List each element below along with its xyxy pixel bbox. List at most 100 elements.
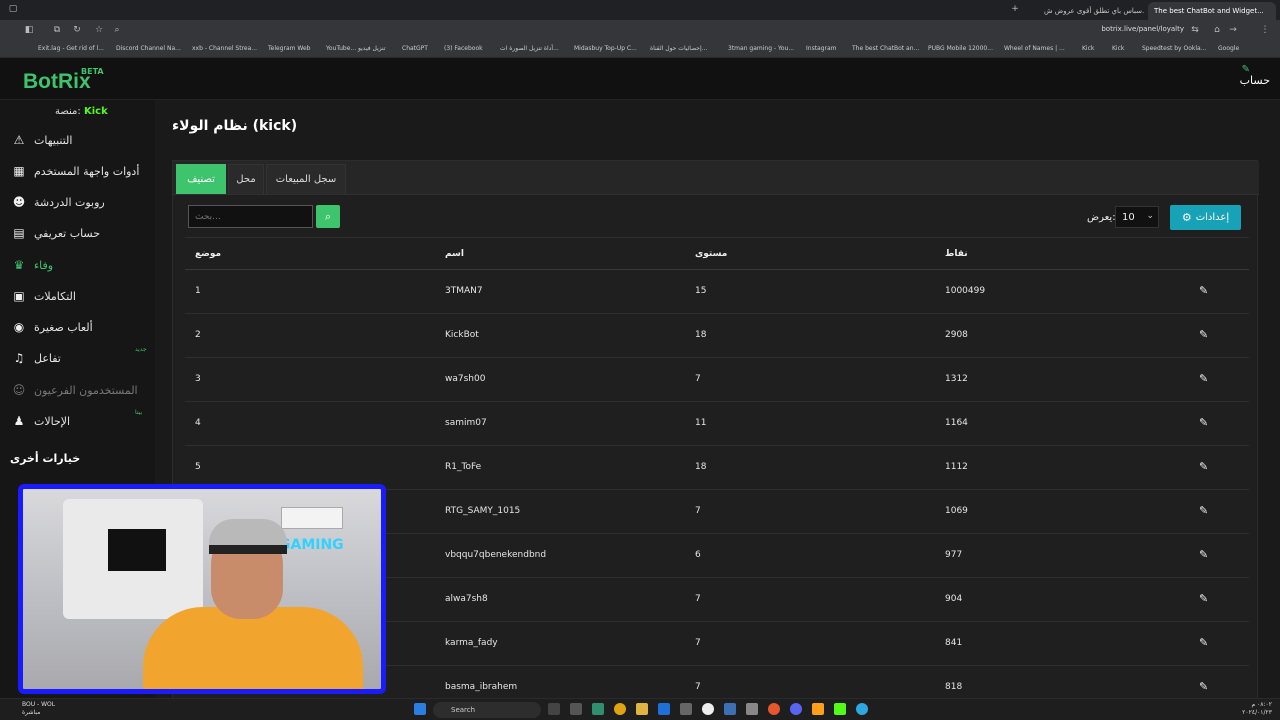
bookmark[interactable]: The best ChatBot an... [852, 45, 919, 52]
table-row: 3 wa7sh00 7 1312 ✎ [185, 358, 1249, 402]
taskbar-app-icon[interactable] [658, 703, 670, 715]
sidebar-item-alerts[interactable]: ⚠ التنبيهات [0, 125, 155, 155]
cell-points: 818 [945, 682, 963, 692]
sidebar-item-referrals[interactable]: ♟ الإحالات بيتا [0, 406, 155, 436]
bookmark[interactable]: Kick [1082, 45, 1094, 52]
cell-name: KickBot [445, 330, 479, 340]
url-text[interactable]: botrix.live/panel/loyalty [1101, 25, 1184, 33]
edit-icon[interactable]: ✎ [1199, 548, 1208, 561]
bookmark[interactable]: أداة تنزيل الصورة ات... [500, 45, 559, 52]
taskbar-app-icon[interactable] [592, 703, 604, 715]
firefox-icon[interactable] [768, 703, 780, 715]
sidebar-item-interaction[interactable]: ♫ تفاعل جديد [0, 343, 155, 373]
edge-icon[interactable] [856, 703, 868, 715]
taskbar-app-icon[interactable] [702, 703, 714, 715]
tab-shop[interactable]: محل [228, 164, 264, 194]
taskbar-app-icon[interactable] [746, 703, 758, 715]
panel-tabs: تصنيف محل سجل المبيعات [173, 161, 1259, 195]
bookmark[interactable]: إحصائيات حول القناة... [650, 45, 707, 52]
column-name[interactable]: اسم [445, 249, 464, 259]
bookmark[interactable]: YouTube... تنزيل فيديو [326, 45, 386, 52]
sidebar-item-chatbot[interactable]: ☻ روبوت الدردشة [0, 187, 155, 217]
referral-icon: ♟ [13, 414, 25, 428]
cell-position: 4 [195, 418, 201, 428]
table-row: 4 samim07 11 1164 ✎ [185, 402, 1249, 446]
folder-icon[interactable] [636, 703, 648, 715]
webcam-ac [281, 507, 343, 529]
other-options-heading[interactable]: خيارات أخرى [10, 452, 80, 465]
bookmark[interactable]: Exit.lag - Get rid of l... [38, 45, 104, 52]
weather-widget[interactable]: BOU - WOL مباشرة [22, 701, 55, 717]
cell-level: 18 [695, 330, 707, 340]
edit-icon[interactable]: ✎ [1199, 680, 1208, 693]
bookmark[interactable]: Midasbuy Top-Up C... [574, 45, 637, 52]
cell-level: 7 [695, 638, 701, 648]
edit-icon[interactable]: ✎ [1199, 504, 1208, 517]
tab-ranking[interactable]: تصنيف [176, 164, 226, 194]
bookmark[interactable]: Speedtest by Ookla... [1142, 45, 1206, 52]
settings-button[interactable]: ⚙ إعدادات [1170, 205, 1241, 230]
page-size-select[interactable]: 10 ⌄ [1115, 206, 1159, 228]
sidebar-item-subusers[interactable]: ☺ المستخدمون الفرعيون [0, 375, 155, 405]
sidebar-item-integrations[interactable]: ▣ التكاملات [0, 281, 155, 311]
taskbar-app-icon[interactable] [724, 703, 736, 715]
account-menu[interactable]: حساب [1240, 74, 1270, 87]
cell-points: 1112 [945, 462, 968, 472]
new-badge: جديد [135, 346, 147, 353]
bookmark[interactable]: Telegram Web [268, 45, 310, 52]
sidebar-item-profile[interactable]: ▤ حساب تعريفي [0, 218, 155, 248]
column-position[interactable]: موضع [195, 249, 221, 259]
bookmark[interactable]: Instagram [806, 45, 837, 52]
sidebar-item-loyalty[interactable]: ♛ وفاء [0, 250, 155, 280]
kick-icon[interactable] [834, 703, 846, 715]
sidebar-item-widgets[interactable]: ▦ أدوات واجهة المستخدم [0, 156, 155, 186]
bookmark[interactable]: ChatGPT [402, 45, 428, 52]
taskbar-search[interactable]: Search [433, 702, 541, 718]
edit-icon[interactable]: ✎ [1199, 416, 1208, 429]
webcam-tv [108, 529, 166, 571]
system-clock[interactable]: ٠٨:٠٢ م ٢٠٢٤/٠١/٢٣ [1242, 701, 1272, 717]
bookmark[interactable]: Wheel of Names | ... [1004, 45, 1065, 52]
bookmark[interactable]: 3tman gaming - You... [728, 45, 794, 52]
bookmark[interactable]: Discord Channel Na... [116, 45, 181, 52]
taskbar-app-icon[interactable] [812, 703, 824, 715]
bookmark[interactable]: Kick [1112, 45, 1124, 52]
cell-position: 2 [195, 330, 201, 340]
edit-icon[interactable]: ✎ [1199, 328, 1208, 341]
chrome-icon[interactable] [614, 703, 626, 715]
edit-icon[interactable]: ✎ [1199, 284, 1208, 297]
taskbar-app-icon[interactable] [570, 703, 582, 715]
search-button[interactable]: ⌕ [316, 205, 340, 228]
edit-icon[interactable]: ✎ [1199, 636, 1208, 649]
sidebar-item-minigames[interactable]: ◉ ألعاب صغيرة [0, 312, 155, 342]
search-icon: ⌕ [114, 25, 120, 35]
taskbar-app-icon[interactable] [548, 703, 560, 715]
bookmark[interactable]: Google [1218, 45, 1239, 52]
reload-icon[interactable]: ↻ [72, 25, 82, 35]
forward-icon[interactable]: → [1228, 25, 1238, 35]
menu-icon[interactable]: ⋮ [1260, 25, 1270, 35]
bookmark[interactable]: (3) Facebook [444, 45, 483, 52]
tab-sales-log[interactable]: سجل المبيعات [266, 164, 346, 194]
search-input[interactable] [188, 205, 313, 228]
bookmark[interactable]: xxb - Channel Strea... [192, 45, 257, 52]
window-menu-icon[interactable]: ▢ [8, 4, 18, 14]
star-icon[interactable]: ☆ [94, 25, 104, 35]
column-points[interactable]: نقاط [945, 249, 968, 259]
edit-icon[interactable]: ✎ [1199, 460, 1208, 473]
discord-icon[interactable] [790, 703, 802, 715]
column-level[interactable]: مستوى [695, 249, 727, 259]
back-icon[interactable]: ◧ [24, 25, 34, 35]
edit-icon[interactable]: ✎ [1199, 372, 1208, 385]
home-icon[interactable]: ⌂ [1212, 25, 1222, 35]
extensions-icon[interactable]: ⧉ [52, 25, 62, 35]
platform-selector[interactable]: منصة: Kick [55, 106, 108, 117]
browser-tab-active[interactable]: The best ChatBot and Widget... [1148, 2, 1276, 20]
new-tab-icon[interactable]: + [1010, 4, 1020, 14]
tune-icon[interactable]: ⇆ [1190, 25, 1200, 35]
windows-start-icon[interactable] [414, 703, 426, 715]
browser-tab-1[interactable]: سباس باي تطلق أقوى عروض ش... [1038, 2, 1144, 20]
bookmark[interactable]: PUBG Mobile 12000... [928, 45, 993, 52]
taskbar-app-icon[interactable] [680, 703, 692, 715]
edit-icon[interactable]: ✎ [1199, 592, 1208, 605]
